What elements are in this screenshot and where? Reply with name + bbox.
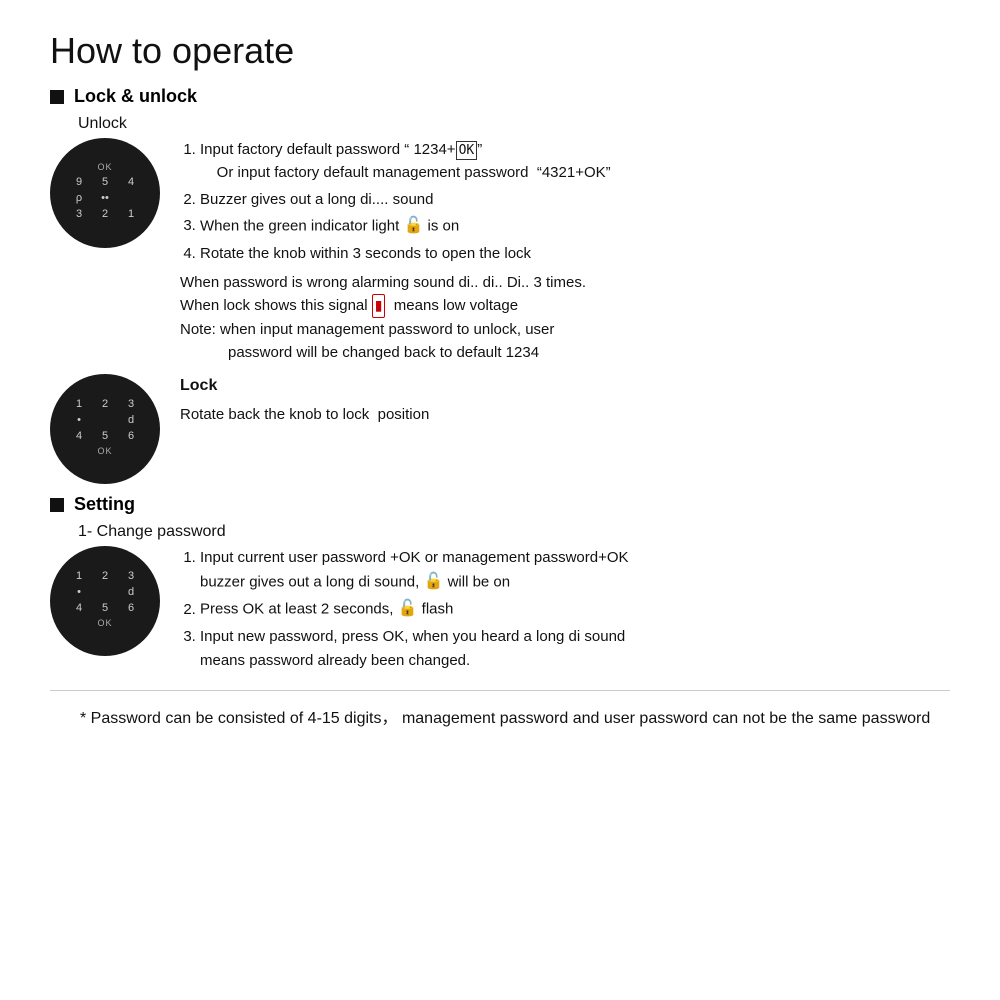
footnote: * Password can be consisted of 4-15 digi…	[70, 706, 950, 732]
green-lock-icon-3: 🔓	[398, 597, 418, 622]
keypad-image-1: OK 9 5 4 ρ •• 3 2 1	[50, 138, 160, 248]
setting-step-3: Input new password, press OK, when you h…	[200, 625, 950, 672]
unlock-note-3: Note: when input management password to …	[180, 318, 950, 341]
unlock-step-3: When the green indicator light 🔓 is on	[200, 214, 950, 239]
unlock-step-2: Buzzer gives out a long di.... sound	[200, 188, 950, 211]
page-title: How to operate	[50, 30, 950, 72]
section-title-lock-unlock: Lock & unlock	[50, 86, 950, 107]
unlock-step-4: Rotate the knob within 3 seconds to open…	[200, 242, 950, 265]
subsection-unlock-title: Unlock	[78, 115, 950, 133]
change-password-title: 1- Change password	[78, 523, 950, 541]
lock-block: 1 2 3 • d 4 5 6 OK Lock Rotate back the …	[50, 374, 950, 484]
setting-step-1: Input current user password +OK or manag…	[200, 546, 950, 594]
section-title-setting: Setting	[50, 494, 950, 515]
section-setting: Setting 1- Change password 1 2 3 • d 4 5…	[50, 494, 950, 674]
bullet-icon-2	[50, 498, 64, 512]
section-lock-unlock: Lock & unlock Unlock OK 9 5 4 ρ •• 3 2 1	[50, 86, 950, 484]
green-lock-icon-2: 🔓	[423, 570, 443, 595]
unlock-note-4: password will be changed back to default…	[180, 341, 950, 364]
change-password-text: Input current user password +OK or manag…	[180, 546, 950, 674]
low-voltage-icon: ▮	[372, 294, 386, 318]
divider	[50, 690, 950, 691]
setting-step-2: Press OK at least 2 seconds, 🔓 flash	[200, 597, 950, 622]
unlock-text: Input factory default password “ 1234+OK…	[180, 138, 950, 364]
unlock-notes: When password is wrong alarming sound di…	[180, 271, 950, 365]
keypad-image-2: 1 2 3 • d 4 5 6 OK	[50, 374, 160, 484]
bullet-icon	[50, 90, 64, 104]
change-password-block: 1 2 3 • d 4 5 6 OK Input current user pa…	[50, 546, 950, 674]
unlock-step-1: Input factory default password “ 1234+OK…	[200, 138, 950, 185]
unlock-note-1: When password is wrong alarming sound di…	[180, 271, 950, 294]
lock-label: Lock	[180, 374, 950, 399]
keypad-image-3: 1 2 3 • d 4 5 6 OK	[50, 546, 160, 656]
green-lock-icon-1: 🔓	[403, 214, 423, 239]
unlock-block: OK 9 5 4 ρ •• 3 2 1 Input factory defaul…	[50, 138, 950, 364]
unlock-note-2: When lock shows this signal ▮ means low …	[180, 294, 950, 318]
lock-text: Lock Rotate back the knob to lock positi…	[180, 374, 950, 426]
lock-instruction: Rotate back the knob to lock position	[180, 403, 950, 426]
